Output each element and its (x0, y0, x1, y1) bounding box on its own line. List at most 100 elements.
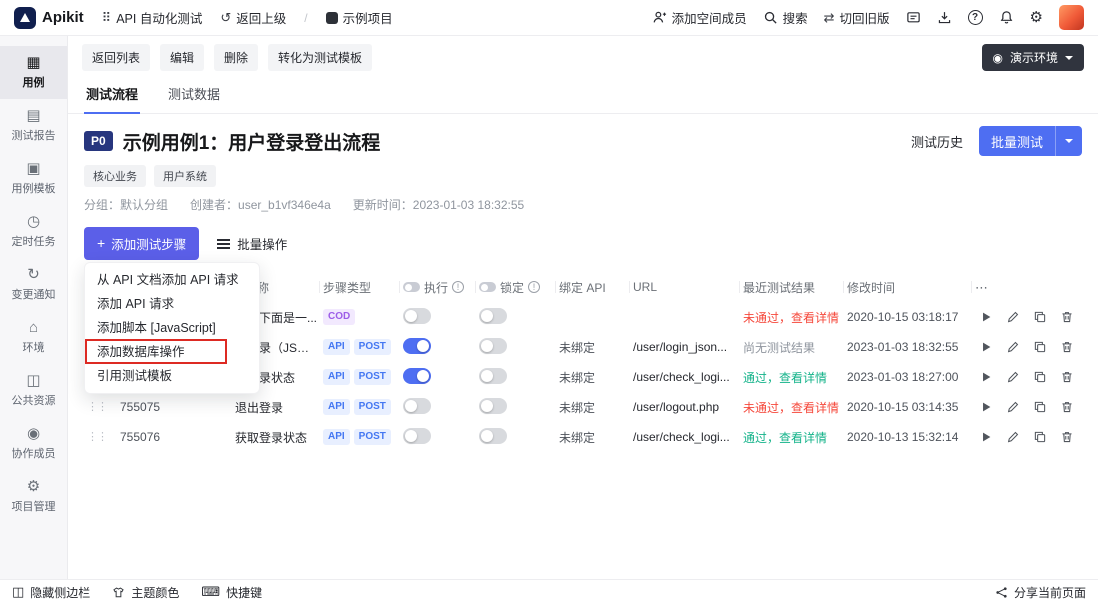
help-icon[interactable] (967, 10, 983, 25)
apikit-logo-icon (14, 6, 36, 29)
share-page-button[interactable]: 分享当前页面 (995, 584, 1086, 601)
step-name[interactable]: 获取登录状态 (235, 429, 323, 446)
sidebar-item-scheduled-task[interactable]: 定时任务 (0, 205, 67, 258)
tab-test-data[interactable]: 测试数据 (166, 77, 222, 113)
sidebar-item-case-template[interactable]: 用例模板 (0, 152, 67, 205)
convert-template-button[interactable]: 转化为测试模板 (268, 44, 373, 71)
delete-button[interactable]: 删除 (214, 44, 259, 71)
delete-step-icon[interactable] (1060, 430, 1074, 444)
edit-button[interactable]: 编辑 (160, 44, 205, 71)
sidebar-item-members[interactable]: 协作成员 (0, 417, 67, 470)
lock-toggle[interactable] (479, 427, 507, 444)
batch-test-label: 批量测试 (990, 134, 1043, 150)
lock-toggle[interactable] (479, 307, 507, 324)
drag-handle-icon[interactable] (87, 402, 107, 413)
back-parent-button[interactable]: 返回上级 (220, 8, 286, 27)
edit-step-icon[interactable] (1006, 400, 1020, 414)
exec-toggle[interactable] (403, 427, 431, 444)
delete-step-icon[interactable] (1060, 340, 1074, 354)
sidebar-item-project-manage[interactable]: 项目管理 (0, 470, 67, 523)
menu-item-use-template[interactable]: 引用测试模板 (85, 364, 259, 388)
batch-operations-button[interactable]: 批量操作 (217, 234, 287, 253)
sidebar-item-usecase[interactable]: 用例 (0, 46, 67, 99)
app-logo[interactable]: Apikit (14, 6, 84, 29)
delete-step-icon[interactable] (1060, 310, 1074, 324)
apps-grid-icon (102, 11, 112, 24)
search-button[interactable]: 搜索 (763, 8, 808, 27)
module-switcher[interactable]: API 自动化测试 (102, 8, 202, 27)
lock-toggle[interactable] (479, 397, 507, 414)
mini-toggle-icon[interactable] (403, 282, 420, 292)
run-step-icon[interactable] (979, 340, 993, 354)
menu-item-add-from-api-doc[interactable]: 从 API 文档添加 API 请求 (85, 268, 259, 292)
sidebar-item-test-report[interactable]: 测试报告 (0, 99, 67, 152)
test-history-button[interactable]: 测试历史 (911, 132, 963, 151)
edit-step-icon[interactable] (1006, 370, 1020, 384)
step-name[interactable]: 退出登录 (235, 399, 323, 416)
delete-step-icon[interactable] (1060, 370, 1074, 384)
env-selector[interactable]: 演示环境 (981, 44, 1084, 71)
switch-old-label: 切回旧版 (839, 12, 890, 26)
more-icon[interactable] (975, 281, 988, 294)
copy-step-icon[interactable] (1033, 310, 1047, 324)
drag-handle-icon[interactable] (87, 432, 107, 443)
exec-toggle[interactable] (403, 397, 431, 414)
test-result-link[interactable]: 未通过，查看详情 (743, 309, 847, 326)
run-step-icon[interactable] (979, 400, 993, 414)
sidebar-item-environment[interactable]: 环境 (0, 311, 67, 364)
test-result-link[interactable]: 尚无测试结果 (743, 339, 847, 356)
hide-sidebar-label: 隐藏侧边栏 (30, 585, 91, 600)
test-result-link[interactable]: 通过，查看详情 (743, 429, 847, 446)
sidebar-item-label: 测试报告 (11, 130, 56, 142)
shortcuts-button[interactable]: 快捷键 (201, 584, 262, 601)
run-step-icon[interactable] (979, 310, 993, 324)
batch-test-caret[interactable] (1056, 139, 1082, 143)
sidebar-item-change-notify[interactable]: 变更通知 (0, 258, 67, 311)
test-result-link[interactable]: 通过，查看详情 (743, 369, 847, 386)
edit-step-icon[interactable] (1006, 310, 1020, 324)
test-result-link[interactable]: 未通过，查看详情 (743, 399, 847, 416)
lock-toggle[interactable] (479, 367, 507, 384)
info-icon[interactable] (528, 281, 541, 293)
step-type-badge: POST (353, 399, 391, 415)
copy-step-icon[interactable] (1033, 400, 1047, 414)
tab-test-flow[interactable]: 测试流程 (84, 77, 141, 114)
user-avatar[interactable] (1059, 5, 1084, 30)
exec-toggle[interactable] (403, 367, 431, 384)
delete-step-icon[interactable] (1060, 400, 1074, 414)
settings-gear-icon[interactable] (1030, 10, 1043, 25)
sidebar-item-public-resource[interactable]: 公共资源 (0, 364, 67, 417)
download-icon[interactable] (937, 10, 952, 25)
breadcrumb-project[interactable]: 示例项目 (325, 8, 393, 27)
switch-old-button[interactable]: 切回旧版 (824, 8, 890, 27)
batch-test-button[interactable]: 批量测试 (978, 126, 1082, 156)
lock-toggle[interactable] (479, 337, 507, 354)
mini-toggle-icon[interactable] (479, 282, 496, 292)
step-type-badge: API (323, 429, 350, 445)
run-step-icon[interactable] (979, 430, 993, 444)
sidebar-item-label: 环境 (22, 342, 45, 354)
case-group: 分组：默认分组 (84, 198, 169, 212)
hide-sidebar-button[interactable]: 隐藏侧边栏 (12, 584, 90, 601)
copy-step-icon[interactable] (1033, 370, 1047, 384)
copy-step-icon[interactable] (1033, 430, 1047, 444)
edit-step-icon[interactable] (1006, 430, 1020, 444)
add-member-button[interactable]: 添加空间成员 (652, 8, 747, 27)
theme-color-button[interactable]: 主题颜色 (112, 584, 179, 601)
sidebar-item-label: 用例模板 (11, 183, 56, 195)
bell-icon[interactable] (999, 10, 1014, 25)
back-to-list-button[interactable]: 返回列表 (82, 44, 151, 71)
project-icon (325, 11, 338, 24)
menu-item-add-api-request[interactable]: 添加 API 请求 (85, 292, 259, 316)
col-bind-api: 绑定 API (555, 272, 633, 302)
add-step-button[interactable]: 添加测试步骤 (84, 227, 200, 260)
exec-toggle[interactable] (403, 307, 431, 324)
exec-toggle[interactable] (403, 337, 431, 354)
menu-item-add-database-op[interactable]: 添加数据库操作 (85, 339, 259, 364)
edit-step-icon[interactable] (1006, 340, 1020, 354)
run-step-icon[interactable] (979, 370, 993, 384)
copy-step-icon[interactable] (1033, 340, 1047, 354)
info-icon[interactable] (452, 281, 465, 293)
menu-item-add-script[interactable]: 添加脚本 [JavaScript] (85, 316, 259, 340)
feedback-icon[interactable] (906, 10, 921, 25)
